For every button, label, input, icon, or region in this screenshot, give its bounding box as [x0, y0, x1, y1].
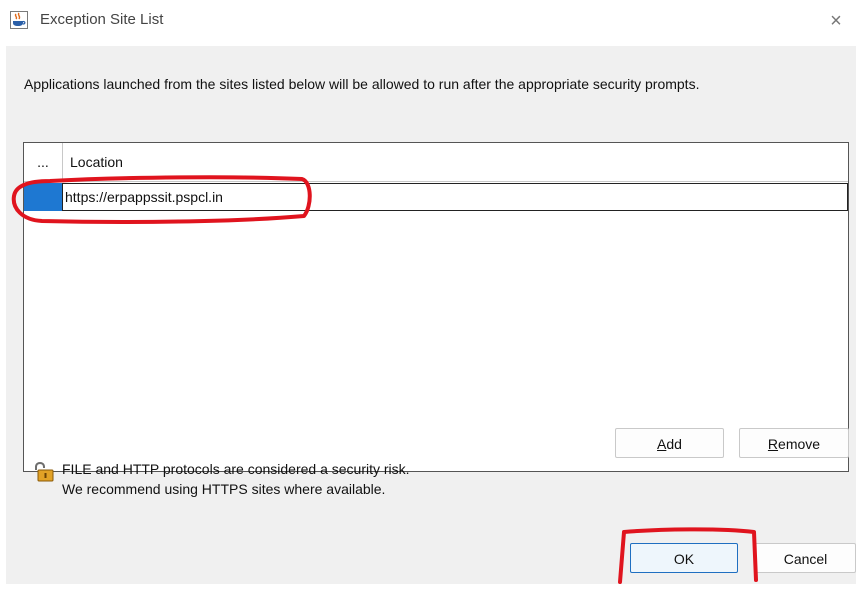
exception-site-table: ... Location: [23, 142, 849, 472]
title-bar: Exception Site List ×: [0, 0, 856, 46]
java-cup-icon: [10, 11, 28, 29]
ok-button[interactable]: OK: [630, 543, 738, 573]
cancel-button[interactable]: Cancel: [755, 543, 856, 573]
warning-line-2: We recommend using HTTPS sites where ava…: [62, 481, 386, 497]
window-title: Exception Site List: [40, 11, 164, 28]
add-button[interactable]: Add: [615, 428, 724, 458]
table-header: ... Location: [24, 143, 848, 182]
description-text: Applications launched from the sites lis…: [24, 76, 700, 92]
column-header-location[interactable]: Location: [70, 143, 123, 181]
remove-button[interactable]: Remove: [739, 428, 849, 458]
close-icon: ×: [830, 10, 842, 32]
column-header-select[interactable]: ...: [24, 143, 63, 181]
dialog-body: Applications launched from the sites lis…: [6, 46, 856, 584]
row-select-cell[interactable]: [24, 183, 62, 211]
table-row[interactable]: [24, 183, 848, 211]
location-input[interactable]: [62, 183, 848, 211]
security-warning: FILE and HTTP protocols are considered a…: [62, 459, 410, 499]
padlock-warning-icon: [32, 461, 54, 482]
warning-line-1: FILE and HTTP protocols are considered a…: [62, 461, 410, 477]
close-button[interactable]: ×: [824, 8, 848, 34]
